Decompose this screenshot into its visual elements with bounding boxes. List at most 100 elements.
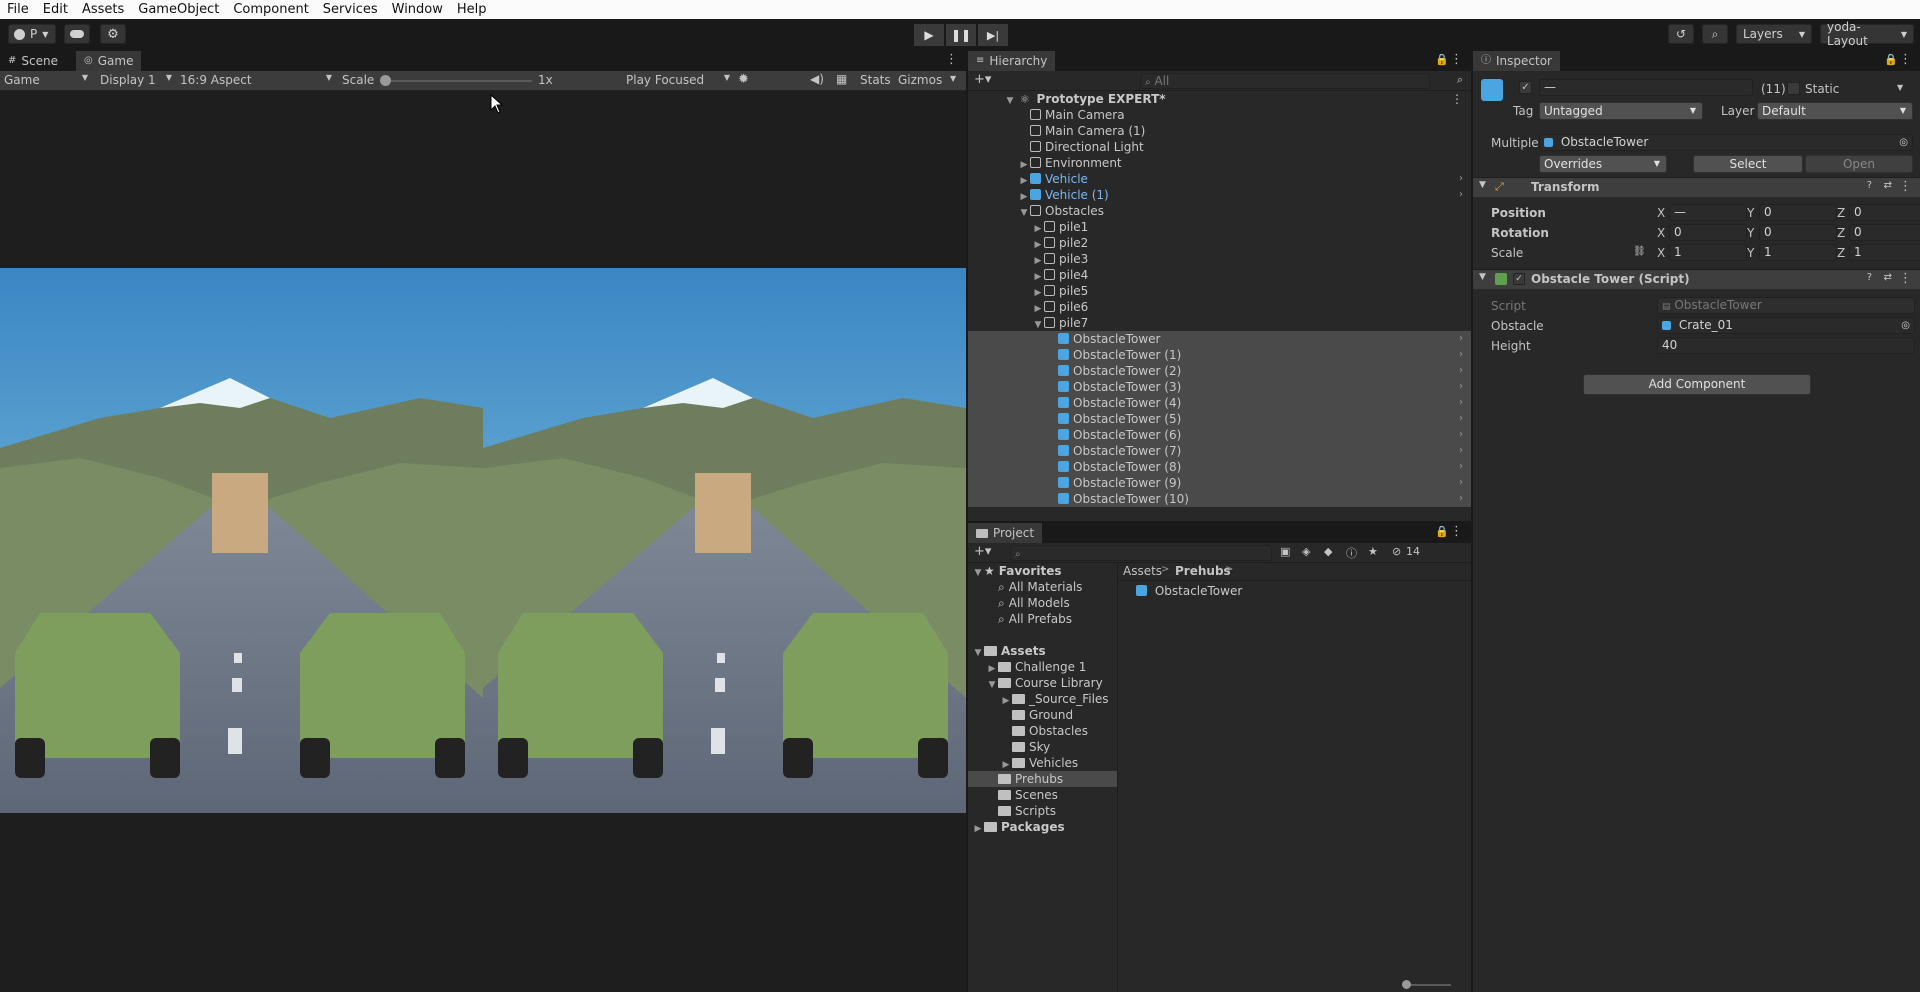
- chevron-right-icon[interactable]: ›: [1459, 379, 1463, 395]
- play-mode-dropdown[interactable]: Play Focused ▼: [626, 73, 730, 87]
- help-icon[interactable]: ?: [1867, 180, 1872, 191]
- hierarchy-row[interactable]: ObstacleTower (5) ›: [968, 411, 1471, 427]
- hierarchy-row[interactable]: ▶ Vehicle ›: [968, 171, 1471, 187]
- height-field[interactable]: 40: [1657, 337, 1915, 354]
- help-icon[interactable]: ?: [1867, 272, 1872, 283]
- project-tree-item[interactable]: Obstacles: [968, 723, 1117, 739]
- filter-scene-icon[interactable]: ▣: [1280, 545, 1290, 558]
- project-tree-item[interactable]: ▶ Challenge 1: [968, 659, 1117, 675]
- project-tree-item[interactable]: ⌕ All Prefabs: [968, 611, 1117, 627]
- preset-icon[interactable]: ⇄: [1884, 180, 1892, 191]
- chevron-right-icon[interactable]: ›: [1459, 187, 1463, 203]
- gizmos-button[interactable]: Gizmos: [898, 73, 942, 87]
- cloud-button[interactable]: [64, 24, 90, 44]
- hierarchy-row[interactable]: ObstacleTower (3) ›: [968, 379, 1471, 395]
- project-tree-item[interactable]: ▼ Assets: [968, 643, 1117, 659]
- position-field[interactable]: 0: [1849, 204, 1920, 221]
- stats-button[interactable]: Stats: [860, 73, 891, 87]
- hierarchy-row[interactable]: ObstacleTower (1) ›: [968, 347, 1471, 363]
- hierarchy-row[interactable]: ObstacleTower ›: [968, 331, 1471, 347]
- project-search-input[interactable]: ⌕: [1010, 545, 1272, 561]
- chevron-right-icon[interactable]: ›: [1459, 347, 1463, 363]
- project-tree-item[interactable]: ⌕ All Materials: [968, 579, 1117, 595]
- rotation-field[interactable]: 0: [1759, 224, 1837, 241]
- more-options-icon[interactable]: ⋮: [1450, 524, 1463, 539]
- hierarchy-row[interactable]: ▶ Vehicle (1) ›: [968, 187, 1471, 203]
- hierarchy-row[interactable]: Main Camera: [968, 107, 1471, 123]
- chevron-right-icon[interactable]: ›: [1459, 331, 1463, 347]
- hierarchy-row[interactable]: ObstacleTower (6) ›: [968, 427, 1471, 443]
- hierarchy-row[interactable]: ObstacleTower (9) ›: [968, 475, 1471, 491]
- icon-size-slider-handle[interactable]: [1402, 980, 1411, 989]
- lock-icon[interactable]: 🔒: [1435, 53, 1449, 66]
- hierarchy-row[interactable]: ▼ Obstacles: [968, 203, 1471, 219]
- hierarchy-row[interactable]: ObstacleTower (8) ›: [968, 459, 1471, 475]
- project-tree-item[interactable]: Ground: [968, 707, 1117, 723]
- more-options-icon[interactable]: ⋮: [1899, 271, 1912, 286]
- chevron-right-icon[interactable]: ›: [1459, 411, 1463, 427]
- audio-icon[interactable]: ◀): [810, 72, 824, 86]
- more-options-icon[interactable]: ⋮: [945, 52, 958, 67]
- more-options-icon[interactable]: ⋮: [1899, 52, 1912, 67]
- tab-project[interactable]: Project: [968, 523, 1043, 543]
- hierarchy-search-input[interactable]: ⌕ All: [1140, 73, 1430, 89]
- tag-dropdown[interactable]: Untagged ▼: [1539, 102, 1703, 120]
- project-tree-item[interactable]: Scripts: [968, 803, 1117, 819]
- overrides-dropdown[interactable]: Overrides ▼: [1539, 155, 1667, 173]
- asset-item[interactable]: ObstacleTower: [1136, 583, 1471, 599]
- chevron-right-icon[interactable]: ›: [1459, 491, 1463, 507]
- scale-slider-handle[interactable]: [380, 75, 391, 86]
- hierarchy-row[interactable]: Main Camera (1): [968, 123, 1471, 139]
- open-button[interactable]: Open: [1805, 155, 1913, 173]
- tab-game[interactable]: ◎ Game: [76, 51, 142, 71]
- menu-services[interactable]: Services: [316, 0, 385, 19]
- grid-icon[interactable]: ▦: [836, 72, 847, 86]
- tab-scene[interactable]: # Scene: [0, 51, 66, 71]
- tab-hierarchy[interactable]: ≡ Hierarchy: [968, 51, 1056, 71]
- breadcrumb-prehubs[interactable]: Prehubs: [1175, 564, 1231, 578]
- bug-icon[interactable]: ✹: [738, 72, 749, 87]
- chevron-down-icon[interactable]: ▼: [1897, 83, 1903, 92]
- scale-field[interactable]: 1: [1669, 244, 1747, 261]
- enabled-checkbox[interactable]: ✓: [1513, 273, 1525, 285]
- lock-icon[interactable]: 🔒: [1884, 53, 1898, 66]
- project-tree-item[interactable]: Scenes: [968, 787, 1117, 803]
- project-tree-item[interactable]: ▶ _Source_Files: [968, 691, 1117, 707]
- menu-component[interactable]: Component: [226, 0, 315, 19]
- position-field[interactable]: —: [1669, 204, 1747, 221]
- add-component-button[interactable]: Add Component: [1583, 374, 1811, 395]
- collab-settings-button[interactable]: ⚙: [100, 24, 126, 44]
- project-tree-item[interactable]: ⌕ All Models: [968, 595, 1117, 611]
- layout-dropdown[interactable]: yoda-Layout ▼: [1820, 20, 1914, 48]
- project-tree-item[interactable]: Prehubs: [968, 771, 1117, 787]
- chevron-right-icon[interactable]: ›: [1459, 459, 1463, 475]
- menu-file[interactable]: File: [0, 0, 36, 19]
- link-icon[interactable]: ⛓: [1633, 246, 1646, 257]
- select-button[interactable]: Select: [1693, 155, 1803, 173]
- icon-size-slider[interactable]: [1405, 984, 1451, 986]
- rotation-field[interactable]: 0: [1849, 224, 1920, 241]
- hierarchy-row[interactable]: ▶ pile4: [968, 267, 1471, 283]
- hidden-packages-icon[interactable]: ⊘: [1392, 545, 1401, 558]
- chevron-right-icon[interactable]: ›: [1459, 363, 1463, 379]
- project-tree-item[interactable]: ▼ ★ Favorites: [968, 563, 1117, 579]
- game-render[interactable]: [0, 268, 966, 813]
- history-button[interactable]: ↺: [1668, 24, 1694, 44]
- scale-field[interactable]: 1: [1849, 244, 1920, 261]
- prefab-field[interactable]: ObstacleTower ◎: [1539, 134, 1913, 151]
- chevron-down-icon[interactable]: ▼: [1479, 180, 1486, 190]
- hierarchy-row[interactable]: ▶ pile2: [968, 235, 1471, 251]
- breadcrumb-assets[interactable]: Assets: [1123, 564, 1162, 578]
- position-field[interactable]: 0: [1759, 204, 1837, 221]
- chevron-right-icon[interactable]: ›: [1459, 171, 1463, 187]
- display-dropdown[interactable]: Display 1 ▼: [100, 73, 172, 87]
- active-checkbox[interactable]: ✓: [1519, 81, 1532, 94]
- project-tree-item[interactable]: ▶ Vehicles: [968, 755, 1117, 771]
- scene-search-icon[interactable]: ⌕: [1457, 73, 1463, 87]
- hierarchy-row[interactable]: ObstacleTower (2) ›: [968, 363, 1471, 379]
- project-tree-item[interactable]: ▼ Course Library: [968, 675, 1117, 691]
- name-field[interactable]: —: [1539, 79, 1753, 96]
- hierarchy-row[interactable]: Directional Light: [968, 139, 1471, 155]
- transform-header[interactable]: ▼ ⤢ Transform ? ⇄ ⋮: [1473, 177, 1920, 197]
- static-checkbox[interactable]: [1787, 82, 1800, 95]
